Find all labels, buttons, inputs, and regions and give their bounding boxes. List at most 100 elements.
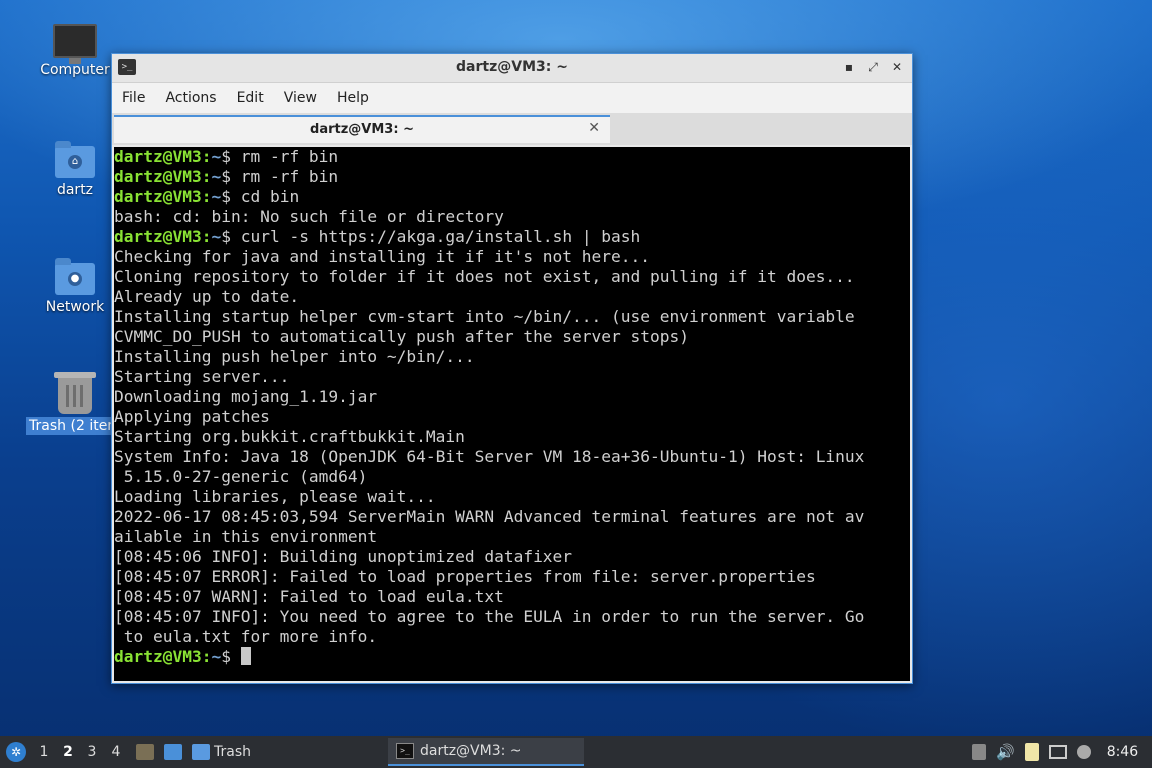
maximize-icon[interactable]: ⤢ bbox=[864, 58, 882, 76]
terminal-icon: >_ bbox=[396, 743, 414, 759]
menu-view[interactable]: View bbox=[278, 90, 331, 106]
terminal-output-line: Loading libraries, please wait... bbox=[114, 487, 910, 507]
prompt-path: ~ bbox=[211, 227, 222, 246]
terminal-output-line: Cloning repository to folder if it does … bbox=[114, 267, 910, 287]
home-icon: ⌂ bbox=[68, 155, 82, 169]
prompt-colon: : bbox=[201, 647, 212, 666]
terminal-output-line: [08:45:07 WARN]: Failed to load eula.txt bbox=[114, 587, 910, 607]
window-title: dartz@VM3: ~ bbox=[456, 59, 568, 75]
terminal-output-line: ailable in this environment bbox=[114, 527, 910, 547]
tab-terminal[interactable]: dartz@VM3: ~ ✕ bbox=[114, 115, 610, 143]
file-manager-icon[interactable] bbox=[136, 744, 154, 760]
terminal-output-line: CVMMC_DO_PUSH to automatically push afte… bbox=[114, 327, 910, 347]
workspace-3[interactable]: 3 bbox=[80, 744, 104, 760]
terminal-output-line: 5.15.0-27-generic (amd64) bbox=[114, 467, 910, 487]
prompt-path: ~ bbox=[211, 167, 222, 186]
menu-help[interactable]: Help bbox=[331, 90, 383, 106]
prompt-user-host: dartz@VM3 bbox=[114, 147, 202, 166]
output-text: CVMMC_DO_PUSH to automatically push afte… bbox=[114, 327, 689, 346]
prompt-colon: : bbox=[201, 167, 212, 186]
output-text: to eula.txt for more info. bbox=[114, 627, 378, 646]
terminal-output-line: Starting server... bbox=[114, 367, 910, 387]
prompt-path: ~ bbox=[211, 147, 222, 166]
prompt-user-host: dartz@VM3 bbox=[114, 227, 202, 246]
menubar: File Actions Edit View Help bbox=[112, 83, 912, 113]
tab-bar: dartz@VM3: ~ ✕ bbox=[112, 113, 912, 145]
output-text: Already up to date. bbox=[114, 287, 300, 306]
output-text: 5.15.0-27-generic (amd64) bbox=[114, 467, 368, 486]
workspace-1[interactable]: 1 bbox=[32, 744, 56, 760]
output-text: [08:45:07 WARN]: Failed to load eula.txt bbox=[114, 587, 504, 606]
output-text: Installing startup helper cvm-start into… bbox=[114, 307, 855, 326]
prompt-symbol: $ bbox=[221, 147, 231, 166]
terminal-command-line: dartz@VM3:~$ curl -s https://akga.ga/ins… bbox=[114, 227, 910, 247]
prompt-path: ~ bbox=[211, 187, 222, 206]
desktop-icon-label: dartz bbox=[56, 182, 94, 198]
output-text: System Info: Java 18 (OpenJDK 64-Bit Ser… bbox=[114, 447, 865, 466]
home-folder-icon: ⌂ bbox=[55, 141, 95, 178]
output-text: Starting server... bbox=[114, 367, 290, 386]
terminal-output-line: Installing push helper into ~/bin/... bbox=[114, 347, 910, 367]
show-desktop-icon[interactable] bbox=[164, 744, 182, 760]
terminal-output-line: Already up to date. bbox=[114, 287, 910, 307]
terminal-output-line: [08:45:07 ERROR]: Failed to load propert… bbox=[114, 567, 910, 587]
terminal-output-line: to eula.txt for more info. bbox=[114, 627, 910, 647]
terminal-window[interactable]: >_ dartz@VM3: ~ ▪ ⤢ ✕ File Actions Edit … bbox=[111, 53, 913, 684]
terminal-command-line: dartz@VM3:~$ rm -rf bin bbox=[114, 147, 910, 167]
trash-launcher[interactable]: Trash bbox=[192, 744, 251, 760]
notification-icon[interactable] bbox=[1076, 745, 1091, 759]
taskbar-task-terminal[interactable]: >_ dartz@VM3: ~ bbox=[388, 738, 584, 766]
trash-icon bbox=[54, 372, 96, 414]
prompt-symbol: $ bbox=[221, 227, 231, 246]
close-icon[interactable]: ✕ bbox=[888, 58, 906, 76]
clock[interactable]: 8:46 bbox=[1107, 744, 1138, 760]
prompt-symbol: $ bbox=[221, 167, 231, 186]
clipboard-icon[interactable] bbox=[972, 744, 986, 760]
tab-label: dartz@VM3: ~ bbox=[310, 122, 414, 137]
terminal-output[interactable]: dartz@VM3:~$ rm -rf bin dartz@VM3:~$ rm -… bbox=[114, 147, 910, 681]
command-text: rm -rf bin bbox=[230, 167, 339, 186]
globe-icon: ● bbox=[68, 272, 82, 286]
output-text: Starting org.bukkit.craftbukkit.Main bbox=[114, 427, 465, 446]
prompt-user-host: dartz@VM3 bbox=[114, 167, 202, 186]
output-text: [08:45:07 INFO]: You need to agree to th… bbox=[114, 607, 865, 626]
taskbar: ✲ 1 2 3 4 Trash >_ dartz@VM3: ~ 🔊 8:46 bbox=[0, 736, 1152, 768]
terminal-output-line: bash: cd: bin: No such file or directory bbox=[114, 207, 910, 227]
minimize-icon[interactable]: ▪ bbox=[840, 58, 858, 76]
terminal-output-line: Starting org.bukkit.craftbukkit.Main bbox=[114, 427, 910, 447]
terminal-command-line: dartz@VM3:~$ rm -rf bin bbox=[114, 167, 910, 187]
command-text: curl -s https://akga.ga/install.sh | bas… bbox=[230, 227, 641, 246]
prompt-path: ~ bbox=[211, 647, 222, 666]
app-menu-icon[interactable]: ✲ bbox=[6, 742, 26, 762]
prompt-colon: : bbox=[201, 147, 212, 166]
task-label: dartz@VM3: ~ bbox=[420, 743, 522, 759]
prompt-symbol: $ bbox=[221, 187, 231, 206]
terminal-output-line: Checking for java and installing it if i… bbox=[114, 247, 910, 267]
workspace-4[interactable]: 4 bbox=[104, 744, 128, 760]
network-status-icon[interactable] bbox=[1048, 745, 1067, 759]
prompt-colon: : bbox=[201, 187, 212, 206]
tab-close-icon[interactable]: ✕ bbox=[588, 120, 600, 136]
window-titlebar[interactable]: >_ dartz@VM3: ~ ▪ ⤢ ✕ bbox=[112, 54, 912, 83]
terminal-output-line: Installing startup helper cvm-start into… bbox=[114, 307, 910, 327]
menu-edit[interactable]: Edit bbox=[231, 90, 278, 106]
trash-launcher-label: Trash bbox=[214, 744, 251, 760]
network-folder-icon: ● bbox=[55, 258, 95, 295]
volume-icon[interactable]: 🔊 bbox=[996, 743, 1015, 761]
output-text: Applying patches bbox=[114, 407, 270, 426]
prompt-user-host: dartz@VM3 bbox=[114, 187, 202, 206]
terminal-output-line: [08:45:06 INFO]: Building unoptimized da… bbox=[114, 547, 910, 567]
desktop-icon-label: Trash (2 item bbox=[26, 417, 124, 435]
terminal-command-line: dartz@VM3:~$ cd bin bbox=[114, 187, 910, 207]
menu-actions[interactable]: Actions bbox=[159, 90, 230, 106]
output-text: 2022-06-17 08:45:03,594 ServerMain WARN … bbox=[114, 507, 865, 526]
desktop-icon-label: Network bbox=[45, 299, 105, 315]
terminal-output-line: Applying patches bbox=[114, 407, 910, 427]
menu-file[interactable]: File bbox=[116, 90, 159, 106]
notes-icon[interactable] bbox=[1024, 743, 1039, 761]
terminal-output-line: 2022-06-17 08:45:03,594 ServerMain WARN … bbox=[114, 507, 910, 527]
workspace-2[interactable]: 2 bbox=[56, 744, 80, 760]
output-text: Checking for java and installing it if i… bbox=[114, 247, 651, 266]
output-text: Cloning repository to folder if it does … bbox=[114, 267, 855, 286]
output-text: bash: cd: bin: No such file or directory bbox=[114, 207, 504, 226]
